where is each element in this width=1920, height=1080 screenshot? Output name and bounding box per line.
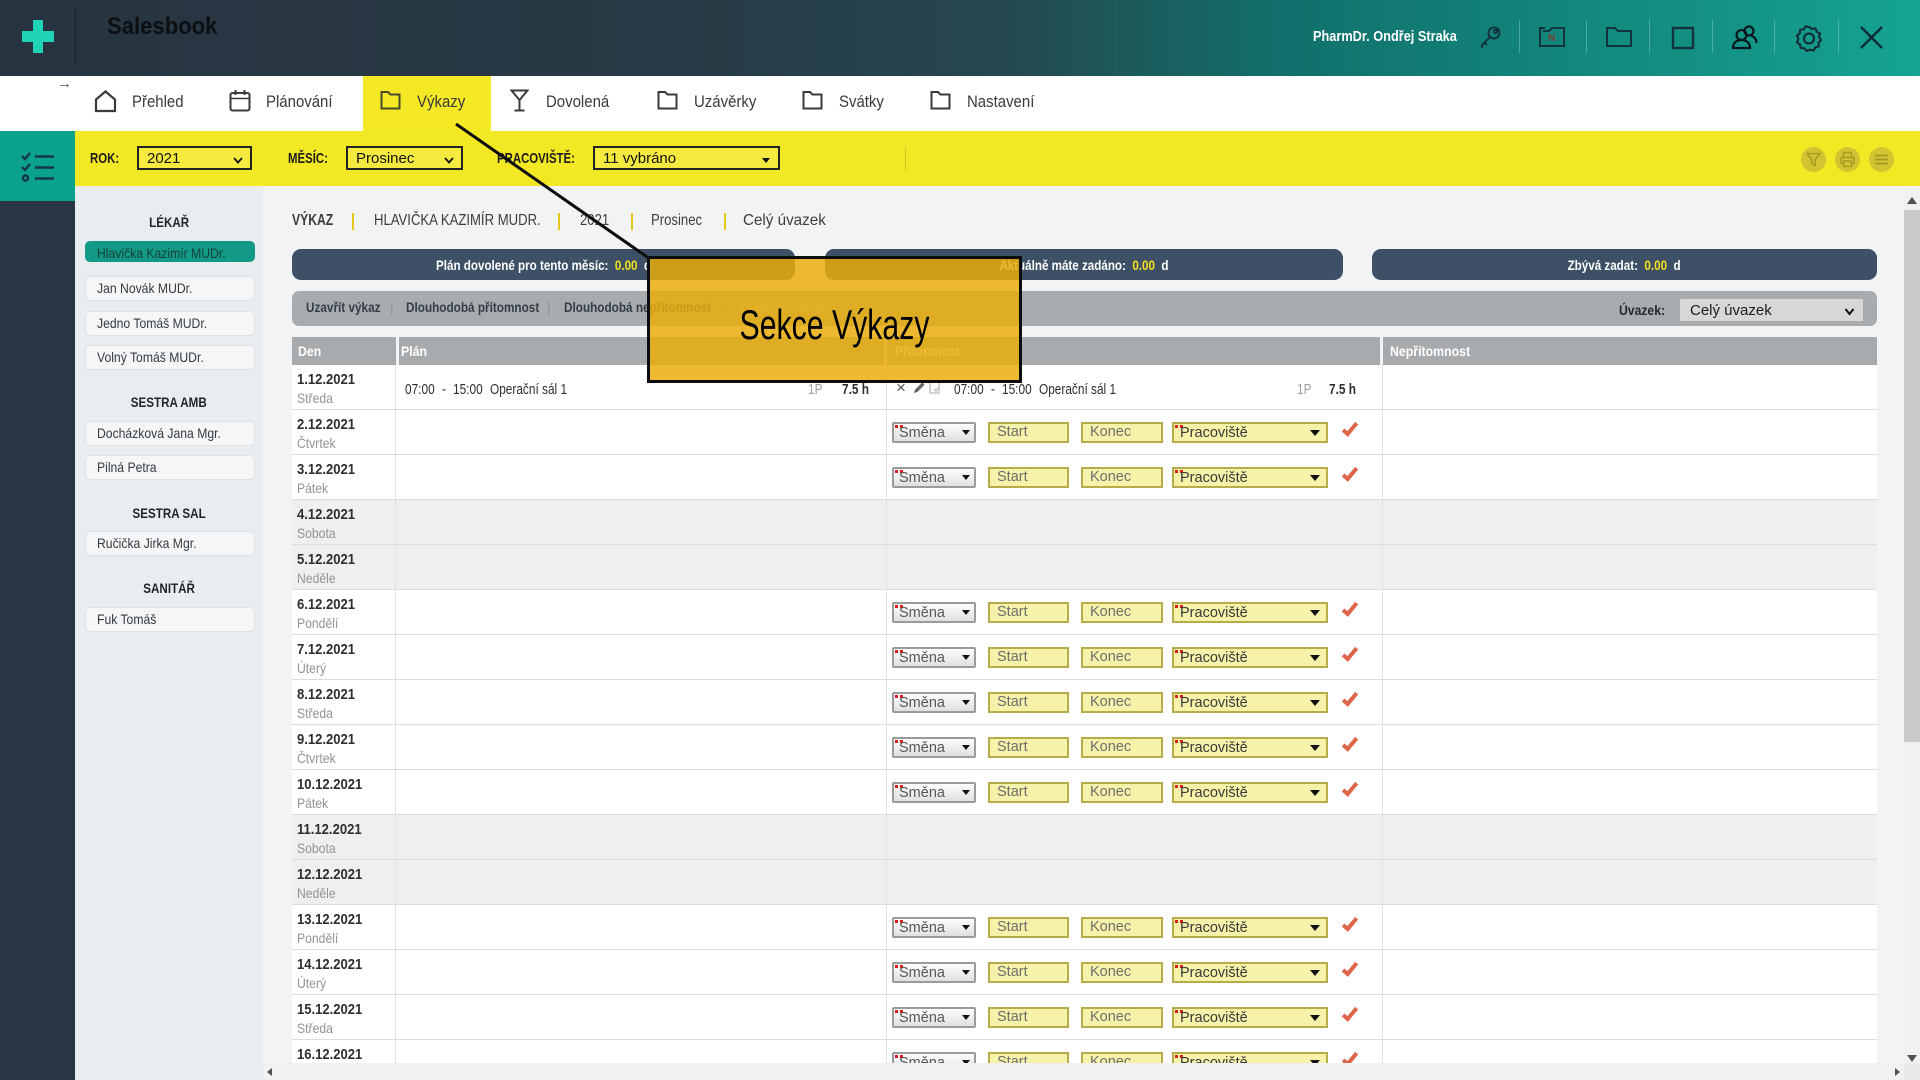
svg-text:N: N [1548,33,1555,44]
